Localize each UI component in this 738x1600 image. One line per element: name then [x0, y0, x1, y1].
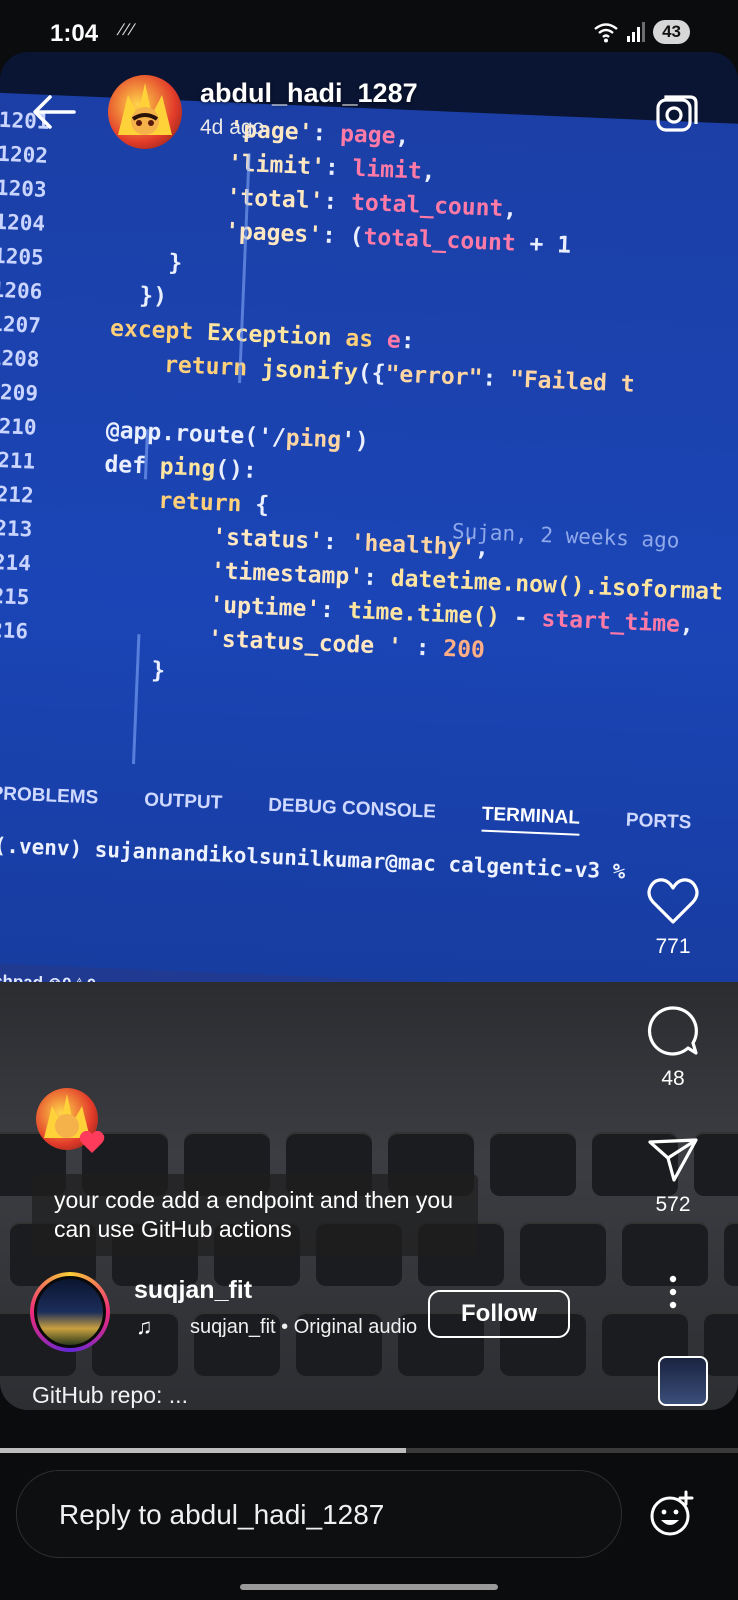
progress-fill: [0, 1448, 406, 1453]
line-number: 1206: [0, 277, 43, 304]
reply-bar: [16, 1470, 622, 1559]
more-options-button[interactable]: [638, 1274, 708, 1315]
line-number: 1205: [0, 243, 45, 270]
audio-thumbnail[interactable]: [658, 1356, 708, 1406]
comment-button[interactable]: 48: [638, 1004, 708, 1091]
code-block: 'page': page, 'limit': limit, 'total': t…: [95, 116, 724, 685]
caption[interactable]: GitHub repo: ...: [32, 1382, 188, 1409]
line-number: 1211: [0, 447, 36, 474]
panel-tab: DEBUG CONSOLE: [267, 794, 437, 823]
panel-tab: OUTPUT: [143, 789, 223, 814]
line-number: 1210: [0, 413, 38, 440]
line-number: 1215: [0, 583, 30, 610]
line-number: 1209: [0, 379, 39, 406]
author-username[interactable]: suqjan_fit: [134, 1276, 252, 1305]
line-number: 1207: [0, 311, 42, 338]
line-number: 1204: [0, 209, 46, 236]
reply-input[interactable]: [57, 1471, 601, 1559]
comment-icon: [647, 1006, 698, 1056]
panel-tab: PORTS: [625, 809, 692, 834]
battery-badge: 43: [653, 20, 690, 44]
notification-icon: ///: [115, 22, 138, 39]
signal-icon: [627, 22, 646, 42]
comment-text: your code add a endpoint and then you ca…: [54, 1187, 453, 1242]
progress-bar[interactable]: [0, 1448, 738, 1453]
like-count: 771: [655, 935, 691, 958]
share-button[interactable]: 572: [638, 1134, 708, 1217]
line-number: 1214: [0, 549, 32, 576]
like-button[interactable]: 771: [638, 876, 708, 959]
author-row: suqjan_fit ♫ suqjan_fit • Original audio…: [30, 1272, 570, 1352]
follow-button[interactable]: Follow: [428, 1290, 570, 1338]
reel-header: abdul_hadi_1287 4d ago: [0, 72, 738, 162]
share-count: 572: [655, 1193, 691, 1216]
line-numbers: 1201 1202 1203 1204 1205 1206 1207 1208 1209 1210…: [0, 103, 50, 649]
audio-label[interactable]: suqjan_fit • Original audio: [190, 1316, 440, 1339]
heart-reaction-icon: [79, 1130, 105, 1153]
line-number: 1216: [0, 617, 29, 644]
panel-tab: TERMINAL: [481, 803, 581, 836]
status-icons: 43: [593, 20, 690, 44]
music-note-icon: ♫: [136, 1314, 153, 1339]
panel-tab: PROBLEMS: [0, 783, 99, 809]
line-number: 1212: [0, 481, 35, 508]
comment-bubble: your code add a endpoint and then you ca…: [32, 1174, 478, 1256]
heart-icon: [647, 878, 699, 924]
home-indicator: [240, 1584, 498, 1590]
line-number: 1208: [0, 345, 40, 372]
add-reaction-icon[interactable]: [648, 1490, 696, 1538]
back-arrow-icon[interactable]: [28, 92, 78, 132]
poster-avatar[interactable]: [108, 75, 182, 149]
line-number: 1213: [0, 515, 33, 542]
line-number: 1203: [0, 175, 48, 202]
poster-username[interactable]: abdul_hadi_1287: [200, 78, 418, 109]
panel-tabs: PROBLEMS OUTPUT DEBUG CONSOLE TERMINAL PORTS: [0, 783, 692, 840]
terminal-prompt: ○ (.venv) sujannandikolsunilkumar@mac ca…: [0, 832, 626, 884]
more-vertical-icon: [669, 1275, 677, 1309]
status-time: 1:04: [50, 20, 99, 47]
code-editor-screen: 1201 1202 1203 1204 1205 1206 1207 1208 1209 1210…: [0, 92, 738, 1035]
camera-icon[interactable]: [654, 92, 700, 138]
comment-count: 48: [661, 1067, 685, 1090]
author-avatar[interactable]: [34, 1276, 106, 1348]
send-icon: [648, 1138, 698, 1182]
wifi-icon: [594, 23, 618, 43]
post-time: 4d ago: [200, 116, 265, 139]
avatar-image: [118, 83, 172, 135]
